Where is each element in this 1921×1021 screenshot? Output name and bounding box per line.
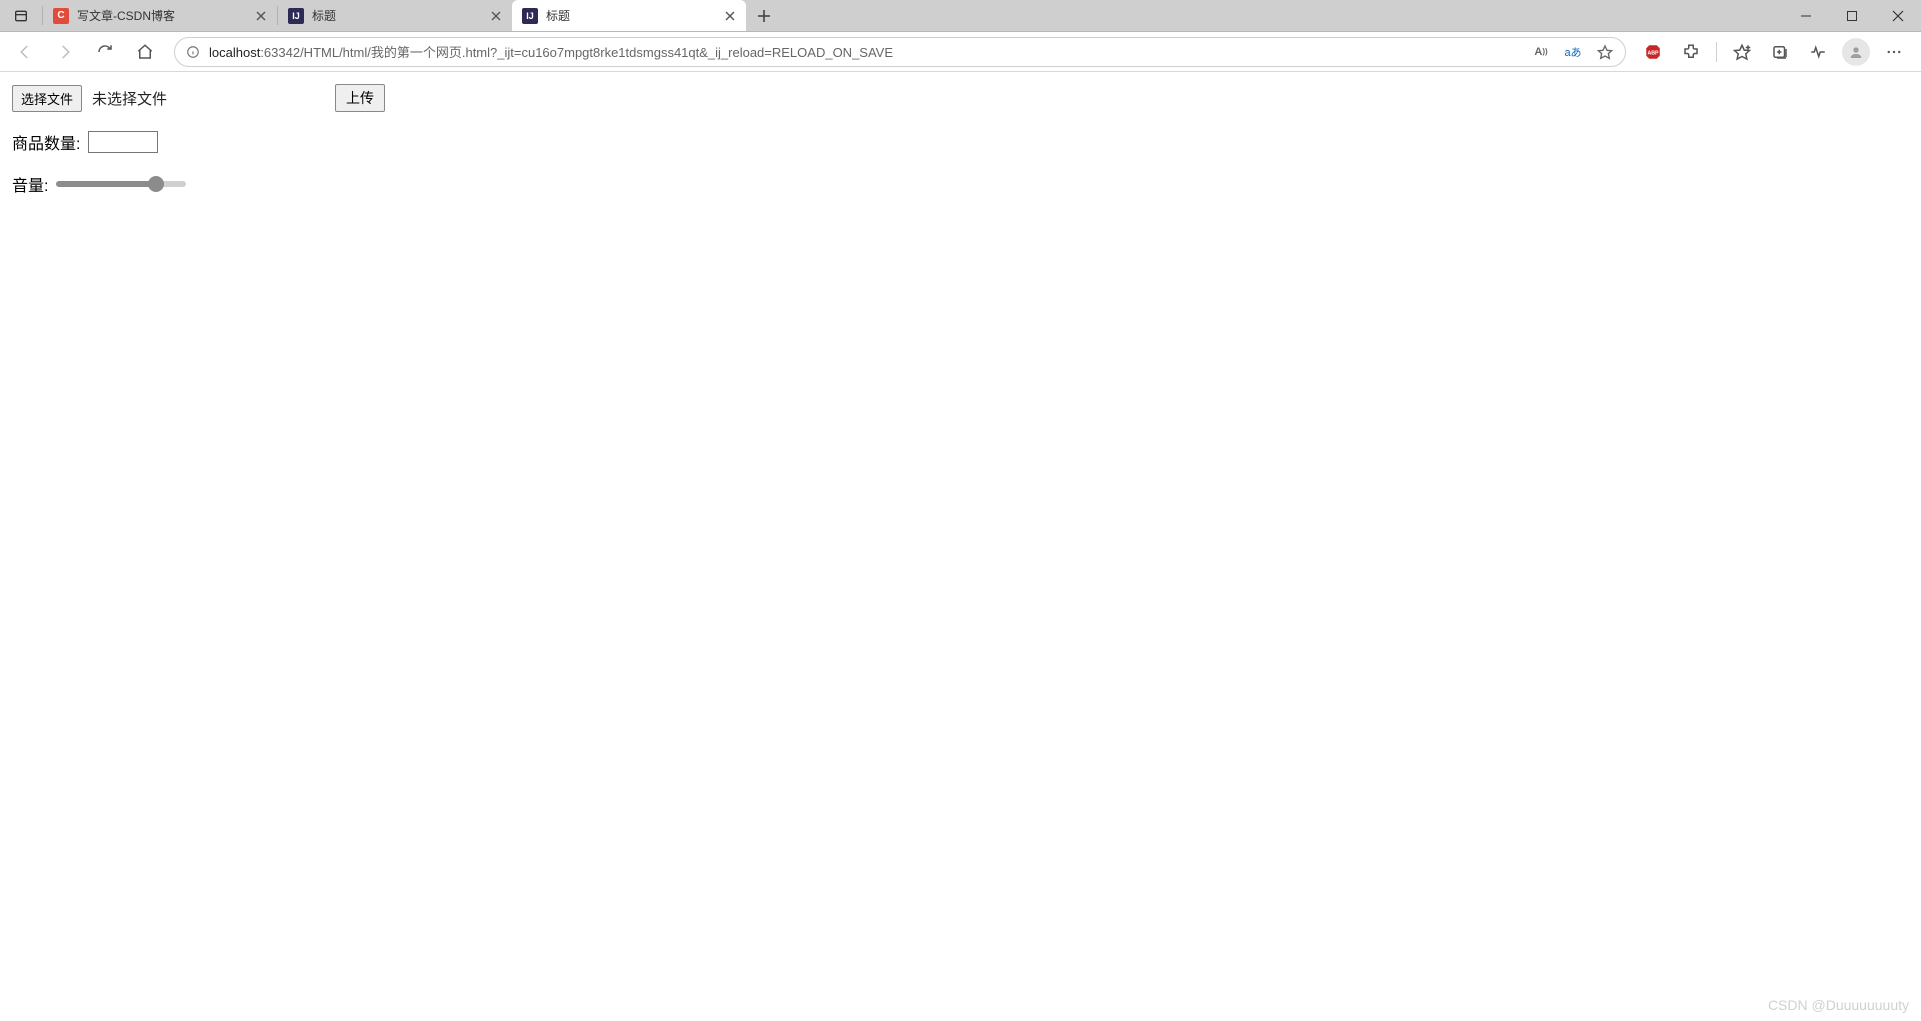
svg-text:ABP: ABP xyxy=(1647,50,1659,56)
browser-tab-2[interactable]: IJ 标题 xyxy=(512,0,746,31)
address-host: localhost xyxy=(209,45,260,60)
read-aloud-icon[interactable]: A)) xyxy=(1531,42,1551,62)
titlebar-spacer xyxy=(782,0,1783,31)
favicon-intellij-icon: IJ xyxy=(288,8,304,24)
forward-button[interactable] xyxy=(46,36,84,68)
tab-title: 写文章-CSDN博客 xyxy=(77,7,245,24)
close-tab-button[interactable] xyxy=(488,8,504,24)
file-status-text: 未选择文件 xyxy=(92,88,167,109)
performance-icon[interactable] xyxy=(1801,36,1835,68)
volume-slider[interactable] xyxy=(56,181,186,187)
profile-button[interactable] xyxy=(1839,36,1873,68)
home-button[interactable] xyxy=(126,36,164,68)
toolbar-right-icons: ABP xyxy=(1636,36,1915,68)
address-rest: :63342/HTML/html/我的第一个网页.html?_ijt=cu16o… xyxy=(260,45,893,60)
extensions-icon[interactable] xyxy=(1674,36,1708,68)
close-tab-button[interactable] xyxy=(722,8,738,24)
page-content: 选择文件 未选择文件 上传 商品数量: 音量: xyxy=(0,72,1921,226)
window-controls xyxy=(1783,0,1921,31)
maximize-button[interactable] xyxy=(1829,0,1875,31)
quantity-label: 商品数量: xyxy=(12,130,80,154)
more-menu-icon[interactable] xyxy=(1877,36,1911,68)
close-tab-button[interactable] xyxy=(253,8,269,24)
choose-file-button[interactable]: 选择文件 xyxy=(12,85,82,112)
favicon-csdn-icon: C xyxy=(53,8,69,24)
adblock-icon[interactable]: ABP xyxy=(1636,36,1670,68)
titlebar: C 写文章-CSDN博客 IJ 标题 IJ 标题 xyxy=(0,0,1921,32)
volume-row: 音量: xyxy=(12,172,1909,196)
quantity-input[interactable] xyxy=(88,131,158,153)
browser-tab-1[interactable]: IJ 标题 xyxy=(278,0,512,31)
tab-manager-button[interactable] xyxy=(0,0,42,31)
quantity-row: 商品数量: xyxy=(12,130,1909,154)
back-button[interactable] xyxy=(6,36,44,68)
collections-icon[interactable] xyxy=(1763,36,1797,68)
address-right-icons: A)) aあ xyxy=(1531,42,1615,62)
refresh-button[interactable] xyxy=(86,36,124,68)
site-info-icon[interactable] xyxy=(185,44,201,60)
toolbar: localhost:63342/HTML/html/我的第一个网页.html?_… xyxy=(0,32,1921,72)
volume-label: 音量: xyxy=(12,172,48,196)
tab-title: 标题 xyxy=(312,7,480,24)
avatar-icon xyxy=(1842,38,1870,66)
toolbar-separator xyxy=(1716,42,1717,62)
new-tab-button[interactable] xyxy=(746,0,782,31)
address-text: localhost:63342/HTML/html/我的第一个网页.html?_… xyxy=(209,42,1523,61)
favicon-intellij-icon: IJ xyxy=(522,8,538,24)
watermark-text: CSDN @Duuuuuuuuty xyxy=(1768,997,1909,1013)
favorite-icon[interactable] xyxy=(1595,42,1615,62)
browser-tab-0[interactable]: C 写文章-CSDN博客 xyxy=(43,0,277,31)
translate-icon[interactable]: aあ xyxy=(1563,42,1583,62)
file-upload-row: 选择文件 未选择文件 上传 xyxy=(12,84,1909,112)
address-bar[interactable]: localhost:63342/HTML/html/我的第一个网页.html?_… xyxy=(174,37,1626,67)
close-window-button[interactable] xyxy=(1875,0,1921,31)
upload-button[interactable]: 上传 xyxy=(335,84,385,112)
favorites-icon[interactable] xyxy=(1725,36,1759,68)
tab-title: 标题 xyxy=(546,7,714,24)
minimize-button[interactable] xyxy=(1783,0,1829,31)
